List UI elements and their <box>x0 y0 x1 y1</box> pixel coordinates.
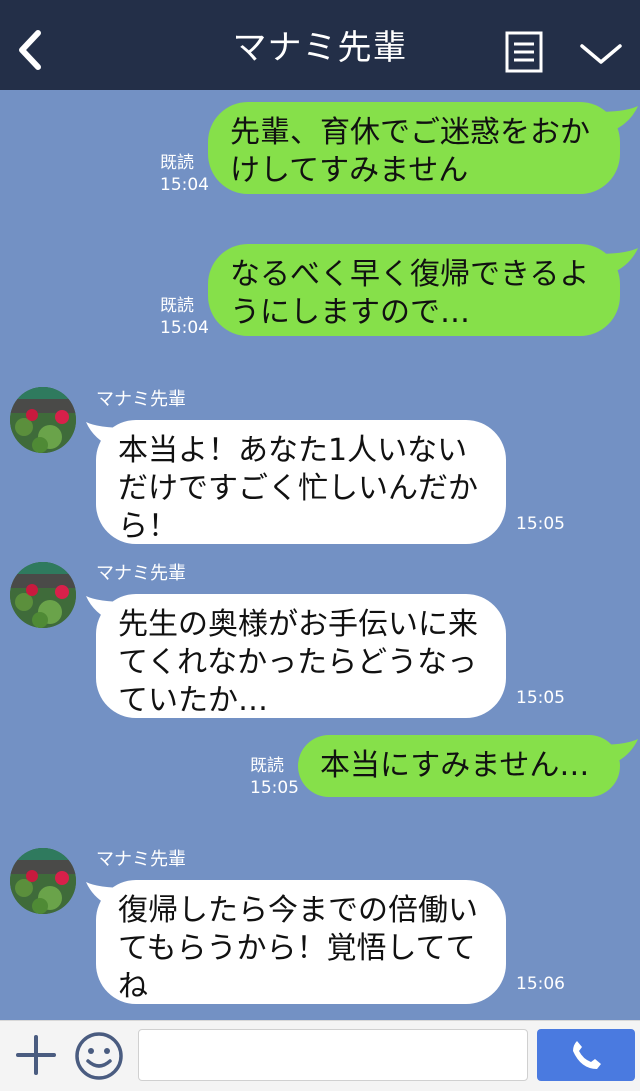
bubble-tail <box>596 248 638 274</box>
message-time: 15:06 <box>516 974 565 994</box>
avatar[interactable] <box>10 848 76 914</box>
read-receipt: 既読 <box>250 756 284 776</box>
phone-icon <box>573 1041 601 1069</box>
read-receipt: 既読 <box>160 296 194 316</box>
message-time: 15:04 <box>160 175 209 195</box>
outgoing-message-bubble[interactable]: なるべく早く復帰できるよ うにしますので… <box>208 244 620 336</box>
message-text: 本当にすみません… <box>320 748 590 783</box>
chat-area[interactable]: 既読 15:04 先輩、育休でご迷惑をおか けしてすみません 既読 15:04 … <box>0 90 640 1020</box>
input-bar <box>0 1020 640 1091</box>
note-menu-icon[interactable] <box>505 31 543 73</box>
outgoing-message-bubble[interactable]: 本当にすみません… <box>298 735 620 797</box>
message-text: 先輩、育休でご迷惑をおか けしてすみません <box>230 115 590 188</box>
message-time: 15:04 <box>160 318 209 338</box>
incoming-message-bubble[interactable]: 復帰したら今までの倍働い てもらうから！覚悟してて ね <box>96 880 506 1004</box>
read-receipt: 既読 <box>160 153 194 173</box>
bubble-tail <box>596 106 638 132</box>
message-text: 復帰したら今までの倍働い てもらうから！覚悟してて ね <box>118 893 478 1004</box>
bubble-tail <box>596 739 638 765</box>
chat-title: マナミ先輩 <box>232 28 408 68</box>
chevron-down-icon[interactable] <box>578 40 624 68</box>
sender-name: マナミ先輩 <box>96 389 186 410</box>
message-meta: 既読 15:05 <box>250 755 299 799</box>
incoming-message-bubble[interactable]: 本当よ！あなた1人いない だけですごく忙しいんだか ら！ <box>96 420 506 544</box>
message-time: 15:05 <box>516 688 565 708</box>
sender-name: マナミ先輩 <box>96 849 186 870</box>
message-text: 先生の奥様がお手伝いに来 てくれなかったらどうなっ ていたか… <box>118 607 478 718</box>
avatar[interactable] <box>10 562 76 628</box>
avatar[interactable] <box>10 387 76 453</box>
message-time: 15:05 <box>250 778 299 798</box>
smiley-icon[interactable] <box>74 1031 124 1081</box>
incoming-message-bubble[interactable]: 先生の奥様がお手伝いに来 てくれなかったらどうなっ ていたか… <box>96 594 506 718</box>
message-meta: 既読 15:04 <box>160 152 209 196</box>
call-button[interactable] <box>537 1029 635 1081</box>
message-text: なるべく早く復帰できるよ うにしますので… <box>230 257 590 330</box>
outgoing-message-bubble[interactable]: 先輩、育休でご迷惑をおか けしてすみません <box>208 102 620 194</box>
back-chevron-icon[interactable] <box>12 25 52 75</box>
message-text: 本当よ！あなた1人いない だけですごく忙しいんだか ら！ <box>118 433 478 544</box>
chat-header: マナミ先輩 <box>0 0 640 90</box>
message-time: 15:05 <box>516 514 565 534</box>
message-meta: 既読 15:04 <box>160 295 209 339</box>
plus-icon[interactable] <box>14 1033 58 1077</box>
message-input[interactable] <box>138 1029 528 1081</box>
sender-name: マナミ先輩 <box>96 563 186 584</box>
